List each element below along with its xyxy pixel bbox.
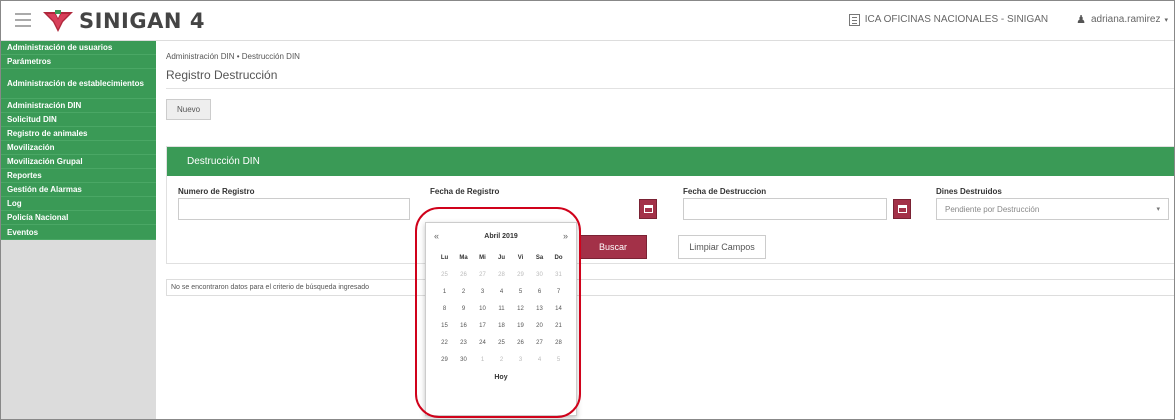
fecha-destruccion-label: Fecha de Destruccion: [683, 187, 767, 196]
sidebar-item-usuarios[interactable]: Administración de usuarios: [1, 41, 156, 55]
sidebar-item-alarmas[interactable]: Gestión de Alarmas: [1, 183, 156, 197]
fecha-destruccion-calendar-button[interactable]: [893, 199, 911, 219]
panel-title: Destrucción DIN: [167, 147, 1174, 176]
sidebar-item-registro-animales[interactable]: Registro de animales: [1, 127, 156, 141]
breadcrumb: Administración DIN • Destrucción DIN: [166, 52, 300, 61]
app-name: SINIGAN: [79, 9, 182, 33]
numero-registro-input[interactable]: [178, 198, 410, 220]
sidebar-item-policia[interactable]: Policía Nacional: [1, 211, 156, 225]
numero-registro-label: Numero de Registro: [178, 187, 255, 196]
sidebar-item-establecimientos[interactable]: Administración de establecimientos: [1, 69, 156, 99]
fecha-destruccion-input[interactable]: [683, 198, 887, 220]
sidebar: Administración de usuarios Parámetros Ad…: [1, 41, 156, 419]
dines-destruidos-label: Dines Destruidos: [936, 187, 1002, 196]
calendar-icon: [643, 205, 653, 213]
empty-result-message: No se encontraron datos para el criterio…: [166, 279, 1174, 296]
app-version: 4: [189, 9, 206, 33]
page-title: Registro Destrucción: [166, 68, 1174, 89]
fecha-registro-label: Fecha de Registro: [430, 187, 500, 196]
office-name: ICA OFICINAS NACIONALES - SINIGAN: [864, 14, 1049, 25]
app-window: SINIGAN 4 ICA OFICINAS NACIONALES - SINIG…: [0, 0, 1175, 420]
user-menu[interactable]: ♟ adriana.ramirez ▾: [1076, 13, 1168, 26]
annotation-highlight: [415, 207, 581, 418]
main-content: Administración DIN • Destrucción DIN Reg…: [156, 41, 1174, 419]
top-bar: SINIGAN 4 ICA OFICINAS NACIONALES - SINIG…: [1, 1, 1174, 41]
menu-icon[interactable]: [15, 13, 31, 27]
logo[interactable]: SINIGAN 4: [41, 7, 205, 35]
search-panel: Destrucción DIN Numero de Registro Fecha…: [166, 146, 1174, 264]
sidebar-item-solicitud-din[interactable]: Solicitud DIN: [1, 113, 156, 127]
sidebar-item-parametros[interactable]: Parámetros: [1, 55, 156, 69]
chevron-down-icon: ▾: [1164, 16, 1168, 24]
search-button[interactable]: Buscar: [579, 235, 647, 259]
dines-destruidos-value: Pendiente por Destrucción: [945, 205, 1040, 214]
calendar-icon: [897, 205, 907, 213]
dines-destruidos-select[interactable]: Pendiente por Destrucción ▾: [936, 198, 1169, 220]
sidebar-item-log[interactable]: Log: [1, 197, 156, 211]
user-name: adriana.ramirez: [1091, 14, 1161, 25]
sidebar-item-admin-din[interactable]: Administración DIN: [1, 99, 156, 113]
chevron-down-icon: ▾: [1156, 206, 1160, 213]
office-selector[interactable]: ICA OFICINAS NACIONALES - SINIGAN: [848, 13, 1049, 26]
clear-fields-button[interactable]: Limpiar Campos: [678, 235, 766, 259]
sidebar-menu: Administración de usuarios Parámetros Ad…: [1, 41, 156, 240]
building-icon: [848, 13, 860, 26]
user-icon: ♟: [1076, 14, 1086, 26]
logo-icon: [41, 8, 75, 34]
sidebar-item-eventos[interactable]: Eventos: [1, 225, 156, 240]
new-button[interactable]: Nuevo: [166, 99, 212, 120]
sidebar-item-movilizacion[interactable]: Movilización: [1, 141, 156, 155]
sidebar-item-reportes[interactable]: Reportes: [1, 169, 156, 183]
fecha-registro-calendar-button[interactable]: [639, 199, 657, 219]
sidebar-item-movilizacion-grupal[interactable]: Movilización Grupal: [1, 155, 156, 169]
